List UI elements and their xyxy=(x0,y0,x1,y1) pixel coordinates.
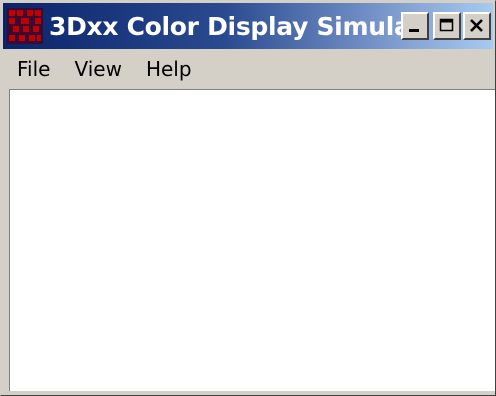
close-icon xyxy=(470,19,483,32)
window-controls xyxy=(401,12,491,40)
menu-bar: File View Help xyxy=(3,51,493,87)
display-area[interactable] xyxy=(9,89,495,391)
maximize-icon xyxy=(439,18,454,32)
minimize-icon xyxy=(409,29,419,32)
minimize-button[interactable] xyxy=(401,12,429,40)
maximize-button[interactable] xyxy=(433,12,461,40)
app-grid-icon[interactable] xyxy=(7,8,43,44)
menu-help[interactable]: Help xyxy=(132,51,202,87)
title-bar[interactable]: 3Dxx Color Display Simulator xyxy=(3,3,493,49)
close-button[interactable] xyxy=(463,12,491,40)
window-title: 3Dxx Color Display Simulator xyxy=(49,11,401,41)
menu-file[interactable]: File xyxy=(3,51,60,87)
menu-view[interactable]: View xyxy=(60,51,131,87)
app-window: 3Dxx Color Display Simulator File V xyxy=(0,0,496,396)
